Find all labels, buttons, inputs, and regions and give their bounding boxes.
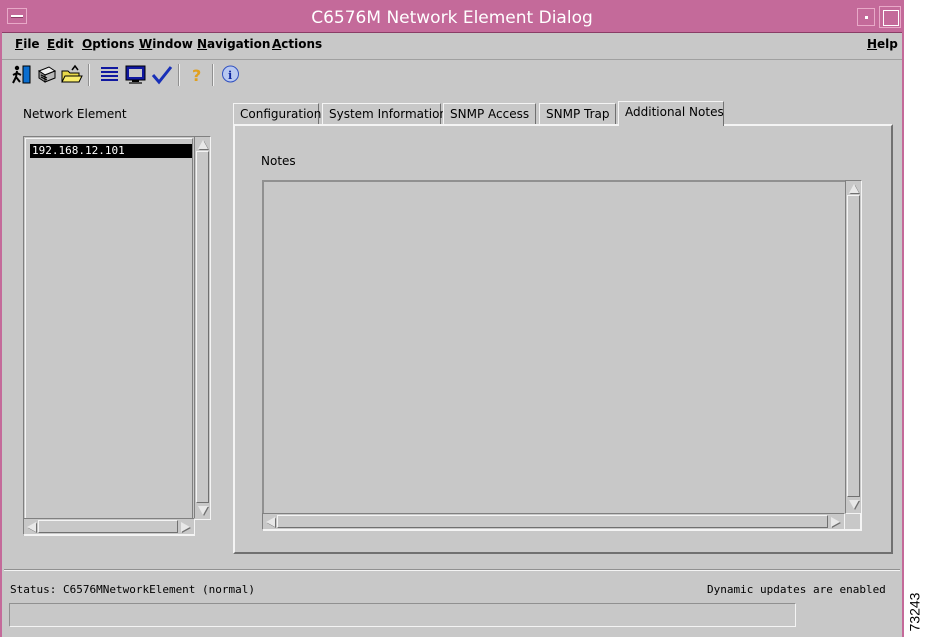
- menu-label-rest: ptions: [92, 37, 135, 51]
- menu-mnemonic: H: [867, 37, 878, 51]
- menu-bar: File Edit Options Window Navigation Acti…: [2, 33, 902, 60]
- list-vertical-scrollbar[interactable]: [194, 136, 211, 520]
- dynamic-updates-text: Dynamic updates are enabled: [707, 583, 886, 596]
- status-text: Status: C6576MNetworkElement (normal): [10, 583, 256, 596]
- list-horizontal-scrollbar[interactable]: [23, 518, 195, 535]
- figure-id: 73243: [906, 592, 923, 632]
- scroll-down-icon[interactable]: [198, 506, 208, 515]
- menu-label-rest: ctions: [281, 37, 323, 51]
- title-bar[interactable]: C6576M Network Element Dialog: [2, 0, 902, 33]
- network-element-list[interactable]: 192.168.12.101: [23, 136, 195, 536]
- scroll-thumb[interactable]: [847, 195, 860, 497]
- menu-navigation[interactable]: Navigation: [197, 37, 270, 51]
- network-element-label: Network Element: [23, 107, 127, 121]
- menu-mnemonic: A: [272, 37, 282, 51]
- menu-actions[interactable]: Actions: [272, 37, 322, 51]
- open-folder-icon[interactable]: [60, 63, 83, 86]
- minimize-icon[interactable]: [857, 8, 875, 26]
- monitor-icon[interactable]: [124, 63, 147, 86]
- maximize-icon[interactable]: [879, 6, 901, 28]
- menu-file[interactable]: File: [15, 37, 40, 51]
- toolbar-separator: [212, 64, 214, 86]
- scroll-right-icon[interactable]: [181, 522, 190, 532]
- status-separator: [4, 569, 900, 571]
- progress-bar: [9, 603, 796, 627]
- help-question-icon[interactable]: ?: [185, 63, 208, 86]
- svg-text:?: ?: [192, 66, 201, 85]
- window-title: C6576M Network Element Dialog: [311, 8, 593, 28]
- tab-additional-notes[interactable]: Additional Notes: [618, 101, 724, 126]
- exit-icon[interactable]: [10, 63, 33, 86]
- tab-system-information[interactable]: System Information: [322, 103, 447, 125]
- scroll-left-icon[interactable]: [27, 522, 36, 532]
- list-icon[interactable]: [98, 63, 121, 86]
- menu-label-rest: ile: [23, 37, 40, 51]
- notes-label: Notes: [261, 154, 296, 168]
- menu-edit[interactable]: Edit: [47, 37, 74, 51]
- menu-label-rest: dit: [55, 37, 74, 51]
- menu-options[interactable]: Options: [82, 37, 135, 51]
- scroll-thumb[interactable]: [277, 515, 828, 528]
- toolbar: ? i: [2, 60, 902, 92]
- dialog-window: C6576M Network Element Dialog File Edit …: [0, 0, 904, 637]
- scroll-down-icon[interactable]: [849, 500, 859, 509]
- menu-label-rest: indow: [152, 37, 193, 51]
- toolbar-separator: [88, 64, 90, 86]
- list-item[interactable]: 192.168.12.101: [30, 144, 192, 158]
- menu-label-rest: avigation: [207, 37, 271, 51]
- menu-mnemonic: W: [139, 37, 153, 51]
- info-icon[interactable]: i: [219, 63, 242, 86]
- svg-text:i: i: [228, 69, 232, 82]
- scroll-thumb[interactable]: [38, 520, 178, 533]
- notes-vertical-scrollbar[interactable]: [845, 180, 862, 514]
- menu-mnemonic: E: [47, 37, 56, 51]
- menu-mnemonic: O: [82, 37, 93, 51]
- tab-snmp-trap[interactable]: SNMP Trap: [539, 103, 616, 125]
- scroll-up-icon[interactable]: [198, 140, 208, 149]
- notes-textarea[interactable]: [262, 180, 862, 531]
- menu-mnemonic: F: [15, 37, 24, 51]
- menu-mnemonic: N: [197, 37, 208, 51]
- tab-snmp-access[interactable]: SNMP Access: [443, 103, 536, 125]
- print-icon[interactable]: [35, 63, 58, 86]
- scroll-up-icon[interactable]: [849, 184, 859, 193]
- menu-help[interactable]: Help: [867, 37, 898, 51]
- scroll-left-icon[interactable]: [266, 517, 275, 527]
- toolbar-separator: [178, 64, 180, 86]
- notes-horizontal-scrollbar[interactable]: [262, 513, 845, 530]
- scroll-right-icon[interactable]: [831, 517, 840, 527]
- scroll-thumb[interactable]: [196, 151, 209, 503]
- menu-window[interactable]: Window: [139, 37, 193, 51]
- tab-configuration[interactable]: Configuration: [233, 103, 321, 125]
- menu-label-rest: elp: [877, 37, 898, 51]
- checkmark-icon[interactable]: [150, 63, 173, 86]
